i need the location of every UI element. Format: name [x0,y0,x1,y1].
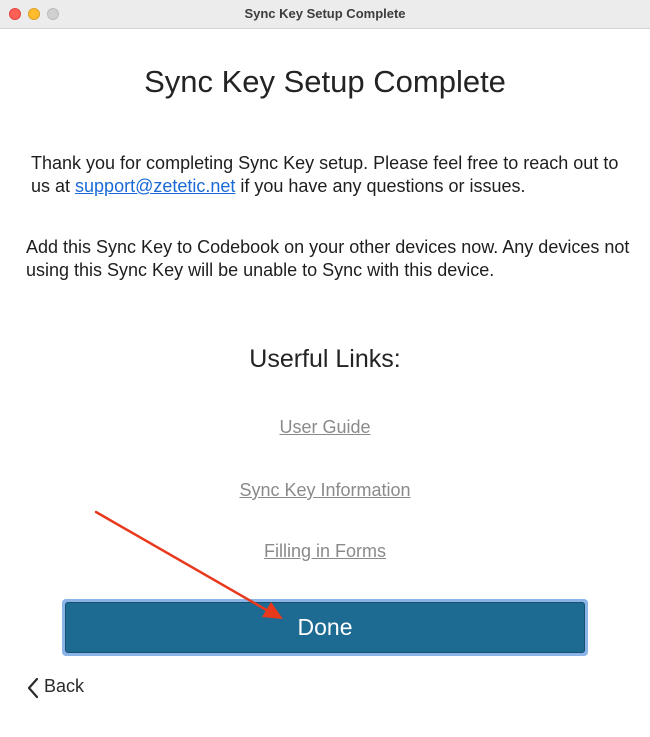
window-title: Sync Key Setup Complete [244,6,406,21]
title-bar: Sync Key Setup Complete [0,0,650,29]
done-button[interactable]: Done [65,602,585,653]
back-label: Back [44,676,85,696]
sync-key-information-link[interactable]: Sync Key Information [239,480,410,500]
filling-in-forms-link[interactable]: Filling in Forms [264,541,386,561]
user-guide-link[interactable]: User Guide [279,417,370,437]
filling-forms-row: Filling in Forms [0,541,650,562]
add-key-paragraph: Add this Sync Key to Codebook on your ot… [26,237,630,280]
support-email-link[interactable]: support@zetetic.net [75,176,235,196]
thanks-text-end: if you have any questions or issues. [235,176,526,196]
sync-key-info-row: Sync Key Information [0,480,650,501]
page-title: Sync Key Setup Complete [144,64,506,99]
links-heading: Userful Links: [249,345,401,373]
user-guide-row: User Guide [0,417,650,438]
thanks-paragraph: Thank you for completing Sync Key setup.… [31,152,631,198]
chevron-left-icon [27,677,39,699]
